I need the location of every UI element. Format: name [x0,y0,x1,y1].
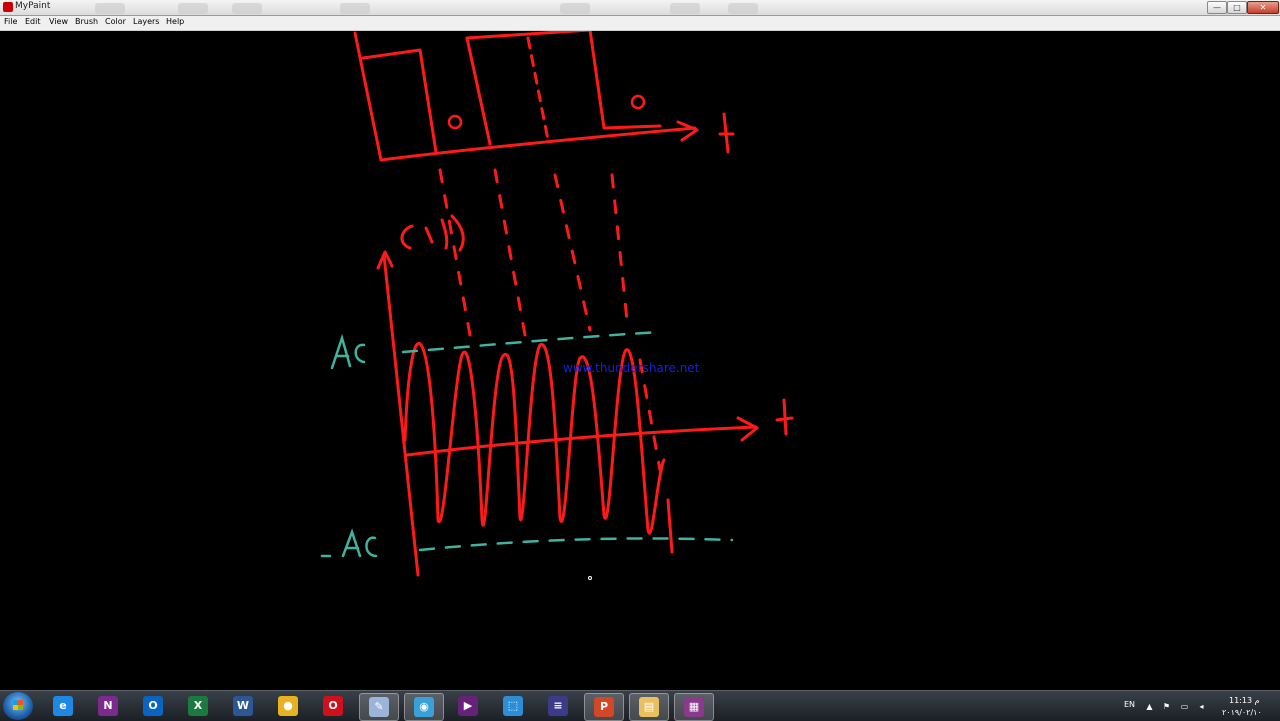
titlebar-reflection-shape [670,3,700,14]
menu-help[interactable]: Help [166,17,184,26]
taskbar-capture-tool-button[interactable]: ⬚ [494,693,532,719]
taskbar-mypaint-button[interactable]: ✎ [359,693,399,721]
menu-bar: File Edit View Brush Color Layers Help [0,16,1280,31]
excel-icon: X [188,696,208,716]
bottom-horizontal-axis [405,425,758,457]
mypaint-app-icon [3,2,13,12]
menu-edit[interactable]: Edit [25,17,41,26]
start-button[interactable] [3,692,33,720]
windows-logo-icon [13,700,23,710]
taskbar-internet-explorer-button[interactable]: e [44,693,82,719]
file-explorer-icon: ▤ [639,697,659,717]
titlebar-reflection-shape [560,3,590,14]
zero-label-1-ring [447,114,463,130]
capture-tool-icon: ⬚ [503,696,523,716]
titlebar-reflection-shape [728,3,758,14]
show-hidden-icons-icon[interactable]: ▲ [1145,702,1154,711]
window-title: MyPaint [15,1,51,11]
menu-layers[interactable]: Layers [133,17,159,26]
envelope-bottom-dashed [418,537,734,552]
language-indicator[interactable]: EN [1124,700,1135,709]
top-axis-baseline [379,126,697,162]
envelope-top-dashed [401,330,662,354]
taskbar-opera-button[interactable]: O [314,693,352,719]
taskbar-file-explorer-button[interactable]: ▤ [629,693,669,721]
zero-label-2-ring [630,94,646,110]
taskbar-screen-recorder-button[interactable]: ◉ [404,693,444,721]
taskbar-excel-button[interactable]: X [179,693,217,719]
bottom-t-label [775,398,794,436]
cursor-dot [588,576,592,580]
ac-bottom-label-stroke [320,528,378,558]
opera-icon: O [323,696,343,716]
windows-taskbar: e N O X W ● O ✎ ◉ ▶ ⬚ ≡ P ▤ ▦ EN ▲ ⚑ ▭ ◂ 11:13 م ٢٠١٩/… [0,690,1280,721]
winrar-icon: ▦ [684,697,704,717]
guide-dash-4 [610,173,630,332]
top-axis-arrowhead [676,120,699,142]
visual-studio-icon: ▶ [458,696,478,716]
screen-recorder-icon: ◉ [414,697,434,717]
clock-time[interactable]: 11:13 م [1229,696,1260,705]
titlebar-reflection-shape [95,3,125,14]
top-dashed-divider [526,36,550,142]
internet-explorer-icon: e [53,696,73,716]
outlook-icon: O [143,696,163,716]
top-wave-block-2 [465,31,662,146]
taskbar-visual-studio-button[interactable]: ▶ [449,693,487,719]
top-wave-block-1 [361,48,438,154]
powerpoint-icon: P [594,697,614,717]
taskbar-word-button[interactable]: W [224,693,262,719]
taskbar-outlook-button[interactable]: O [134,693,172,719]
word-icon: W [233,696,253,716]
guide-dash-3 [553,173,592,332]
action-center-flag-icon[interactable]: ⚑ [1162,702,1171,711]
drawing-canvas[interactable]: www.thundershare.net [0,31,1280,690]
taskbar-onenote-button[interactable]: N [89,693,127,719]
clock-date[interactable]: ٢٠١٩/٠٢/١٠ [1222,708,1262,717]
menu-view[interactable]: View [49,17,68,26]
ct-label-stroke [400,214,465,252]
watermark-text: www.thundershare.net [563,361,700,375]
menu-file[interactable]: File [4,17,17,26]
guide-dash-1 [438,168,472,337]
top-wave-outline [353,31,383,162]
bottom-vertical-axis [382,253,420,577]
window-titlebar[interactable]: MyPaint — □ ✕ [0,0,1280,16]
maximize-button[interactable]: □ [1227,1,1247,14]
carrier-tail [666,498,674,554]
top-t-label [718,112,735,154]
chrome-icon: ● [278,696,298,716]
network-icon[interactable]: ▭ [1180,702,1189,711]
eclipse-icon: ≡ [548,696,568,716]
menu-color[interactable]: Color [105,17,126,26]
titlebar-reflection-shape [232,3,262,14]
mypaint-icon: ✎ [369,697,389,717]
volume-icon[interactable]: ◂ [1197,702,1206,711]
titlebar-reflection-shape [340,3,370,14]
taskbar-chrome-button[interactable]: ● [269,693,307,719]
onenote-icon: N [98,696,118,716]
menu-brush[interactable]: Brush [75,17,98,26]
taskbar-eclipse-button[interactable]: ≡ [539,693,577,719]
ac-top-label-stroke [330,333,366,370]
titlebar-reflection-shape [178,3,208,14]
taskbar-winrar-button[interactable]: ▦ [674,693,714,721]
guide-dash-2 [493,168,527,337]
minimize-button[interactable]: — [1207,1,1227,14]
taskbar-powerpoint-button[interactable]: P [584,693,624,721]
close-button[interactable]: ✕ [1247,1,1279,14]
